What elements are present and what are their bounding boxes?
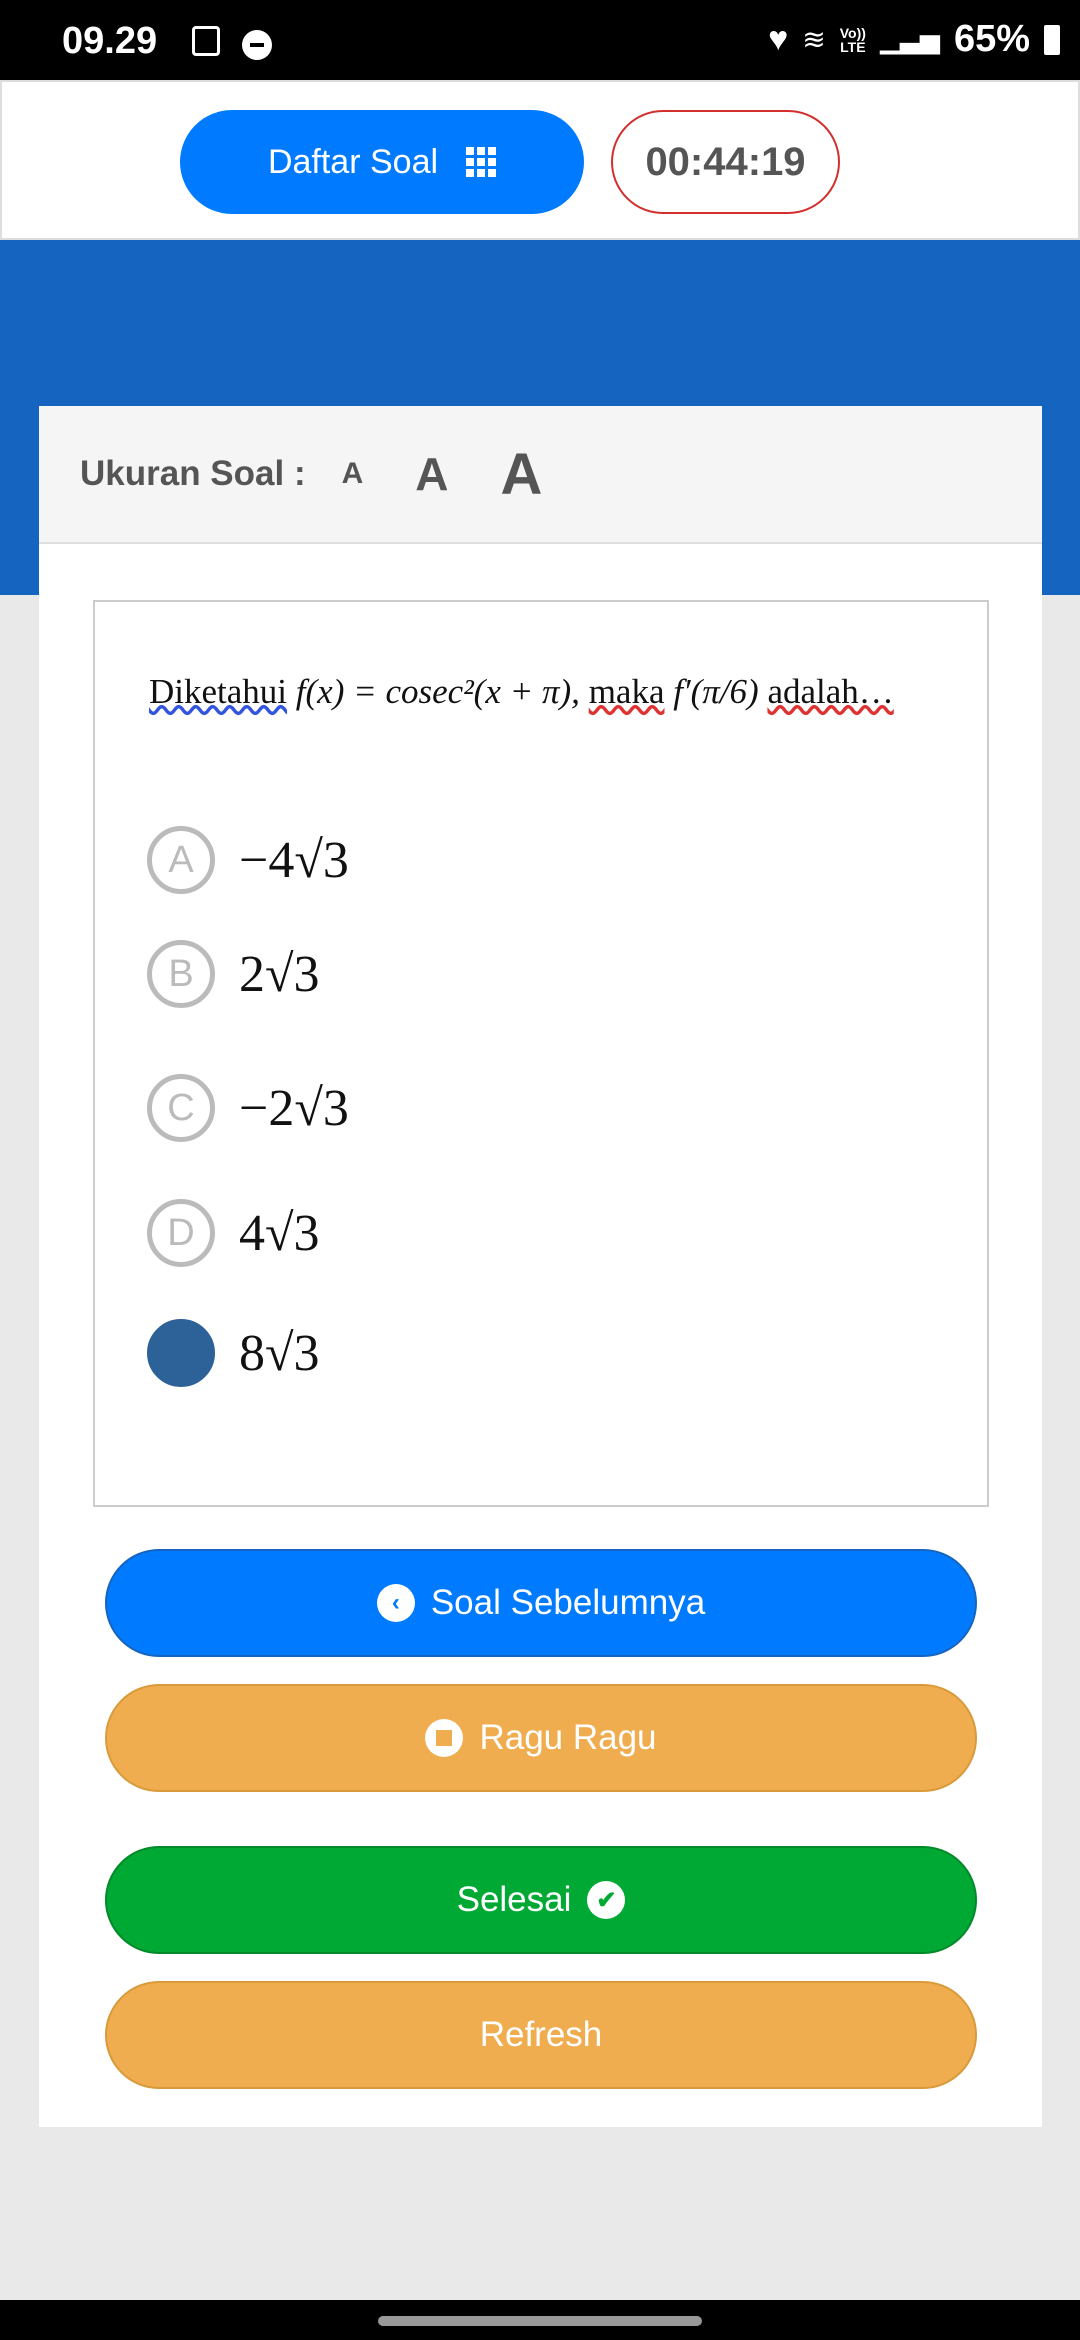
- finish-label: Selesai: [456, 1880, 572, 1919]
- question-text: Diketahui f(x) = cosec²(x + π), maka f′(…: [149, 672, 894, 712]
- chevron-left-icon: ‹: [376, 1584, 415, 1622]
- size-medium-button[interactable]: A: [415, 447, 448, 501]
- option-c[interactable]: C −2√3: [147, 1074, 349, 1142]
- doubt-button[interactable]: Ragu Ragu: [105, 1684, 977, 1792]
- option-text: 2√3: [239, 945, 320, 1003]
- status-bar: 09.29 ♥ ≋ Vo)) LTE ▁▃▅ 65%: [0, 0, 1080, 80]
- battery-level: 65%: [953, 18, 1030, 60]
- top-header: Daftar Soal 00:44:19: [0, 80, 1080, 240]
- question-list-button[interactable]: Daftar Soal: [180, 110, 584, 214]
- option-text: −2√3: [239, 1079, 349, 1137]
- system-nav-bar: [0, 2300, 1080, 2340]
- previous-label: Soal Sebelumnya: [430, 1583, 706, 1622]
- countdown-timer: 00:44:19: [611, 110, 840, 214]
- size-label: Ukuran Soal :: [80, 454, 306, 493]
- size-small-button[interactable]: A: [342, 457, 364, 491]
- refresh-label: Refresh: [479, 2015, 603, 2054]
- question-maka: maka: [588, 672, 665, 711]
- size-selector: Ukuran Soal : A A A: [39, 406, 1042, 544]
- question-prefix: Diketahui: [149, 672, 288, 711]
- network-text: LTE: [840, 38, 866, 55]
- question-derivative: f′(π/6): [673, 672, 759, 711]
- volte-indicator: Vo)) LTE: [840, 26, 866, 54]
- do-not-disturb-icon: [242, 30, 272, 60]
- option-e[interactable]: E 8√3: [147, 1319, 320, 1387]
- option-a[interactable]: A −4√3: [147, 826, 349, 894]
- question-formula: f(x) = cosec²(x + π),: [295, 672, 580, 711]
- option-d[interactable]: D 4√3: [147, 1199, 320, 1267]
- previous-question-button[interactable]: ‹ Soal Sebelumnya: [105, 1549, 977, 1657]
- option-text: 4√3: [239, 1204, 320, 1262]
- option-radio-selected[interactable]: E: [147, 1319, 215, 1387]
- heart-icon: ♥: [768, 20, 789, 58]
- grid-icon: [466, 147, 497, 177]
- option-text: 8√3: [239, 1324, 320, 1382]
- option-b[interactable]: B 2√3: [147, 940, 320, 1008]
- question-card: Ukuran Soal : A A A Diketahui f(x) = cos…: [39, 406, 1042, 2127]
- battery-icon: [1044, 24, 1060, 55]
- size-large-button[interactable]: A: [501, 441, 543, 508]
- option-radio[interactable]: A: [147, 826, 215, 894]
- option-radio[interactable]: D: [147, 1199, 215, 1267]
- option-radio[interactable]: B: [147, 940, 215, 1008]
- finish-button[interactable]: Selesai ✔: [105, 1846, 977, 1954]
- signal-icon: ▁▃▅: [879, 24, 940, 54]
- question-box: Diketahui f(x) = cosec²(x + π), maka f′(…: [93, 600, 989, 1507]
- doubt-label: Ragu Ragu: [479, 1718, 657, 1757]
- question-list-label: Daftar Soal: [267, 142, 439, 181]
- question-suffix: adalah…: [767, 672, 894, 711]
- option-text: −4√3: [239, 831, 349, 889]
- check-circle-icon: ✔: [587, 1881, 626, 1919]
- image-icon: [192, 26, 220, 56]
- stop-circle-icon: [425, 1719, 464, 1757]
- home-handle[interactable]: [378, 2316, 702, 2326]
- clock: 09.29: [62, 20, 158, 62]
- option-radio[interactable]: C: [147, 1074, 215, 1142]
- wifi-icon: ≋: [802, 24, 826, 55]
- refresh-button[interactable]: Refresh: [105, 1981, 977, 2089]
